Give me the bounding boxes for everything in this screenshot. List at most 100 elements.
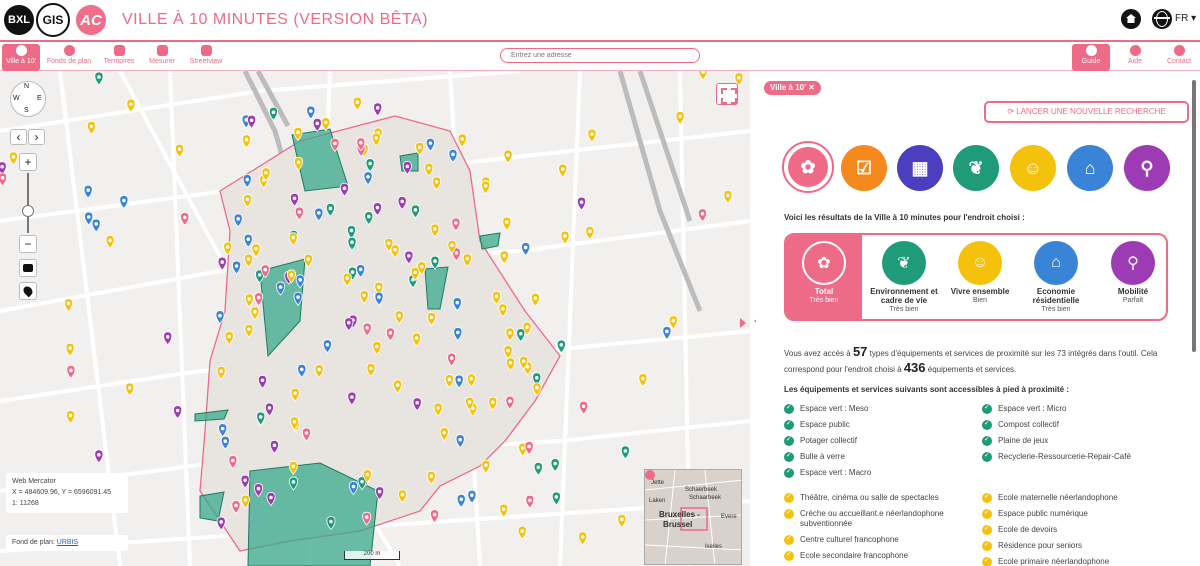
category-environnement[interactable]: ❦ <box>951 143 1001 193</box>
map-pin-dot <box>397 313 402 318</box>
category-services[interactable]: ☑ <box>839 143 889 193</box>
zoom-out-button[interactable]: − <box>19 235 37 253</box>
map-pin-dot <box>501 306 505 311</box>
map-pin-dot <box>447 377 452 382</box>
map-pin-dot <box>413 208 418 212</box>
map-pin-dot <box>256 486 261 491</box>
score-economie[interactable]: ⌂ Economie résidentielle Très bien <box>1020 235 1092 319</box>
home-icon[interactable] <box>1121 9 1141 29</box>
map-pin-dot <box>520 446 525 450</box>
map-pin-dot <box>253 309 257 314</box>
score-rating: Très bien <box>1041 306 1071 313</box>
map-pin-dot <box>351 484 356 489</box>
minimap-collapse-icon[interactable] <box>645 470 655 480</box>
map-pin-dot <box>726 193 730 198</box>
map-pin-dot <box>220 260 225 264</box>
map-pin-dot <box>560 167 565 171</box>
category-total[interactable]: ✿ <box>782 141 834 193</box>
map-pin-dot <box>329 519 333 524</box>
layers-icon[interactable] <box>19 259 37 277</box>
address-search-input[interactable] <box>500 48 700 63</box>
map-pin-dot <box>457 378 461 382</box>
panel-scrollbar[interactable] <box>1192 80 1196 352</box>
facility-item: Espace vert : Meso <box>784 403 974 414</box>
map-pin-dot <box>304 431 309 435</box>
gis-logo[interactable]: GIS <box>36 3 70 37</box>
map-pin-dot <box>165 335 170 339</box>
score-vivre-ensemble[interactable]: ☺ Vivre ensemble Bien <box>946 235 1014 319</box>
map-view[interactable]: N S E W ‹ › + − Web Mercator X = 484609.… <box>0 71 750 566</box>
map-pin-dot <box>225 245 230 249</box>
map-pin-dot <box>429 315 434 320</box>
contact-button[interactable]: Contact <box>1162 44 1196 71</box>
ville-10-chip[interactable]: Ville à 10' ✕ <box>764 81 821 95</box>
book-icon <box>1085 45 1097 56</box>
ac-logo[interactable]: AC <box>74 3 108 37</box>
category-vivre-ensemble[interactable]: ☺ <box>1008 143 1058 193</box>
score-mobilite[interactable]: ⚲ Mobilité Parfait <box>1100 235 1166 319</box>
map-pin-dot <box>247 327 251 332</box>
tab-streetview[interactable]: Streetview <box>186 44 226 71</box>
nav-next-button[interactable]: › <box>28 129 45 145</box>
score-total[interactable]: ✿ Total Très bien <box>786 235 862 319</box>
map-pin-dot <box>256 295 261 300</box>
check-icon <box>784 467 794 478</box>
map-pin-dot <box>374 136 379 140</box>
tab-territoires[interactable]: Territoires <box>100 44 138 71</box>
tab-label: Fonds de plan <box>46 58 92 65</box>
map-pin-dot <box>458 437 463 442</box>
map-pin-dot <box>368 161 372 166</box>
score-environnement[interactable]: ❦ Environnement et cadre de vie Très bie… <box>868 235 940 319</box>
person-icon <box>200 45 212 56</box>
locate-icon[interactable] <box>19 282 37 300</box>
guide-button[interactable]: Guide <box>1072 44 1110 71</box>
map-pin-dot <box>620 517 624 522</box>
check-icon <box>982 524 992 535</box>
zoom-slider-handle[interactable] <box>22 205 34 217</box>
tab-ville-10[interactable]: Ville à 10' <box>2 44 40 71</box>
tab-mesurer[interactable]: Mesurer <box>146 44 178 71</box>
collapse-map-arrow-icon[interactable] <box>740 318 746 328</box>
aide-button[interactable]: Aide <box>1122 44 1148 71</box>
zoom-in-button[interactable]: + <box>19 153 37 171</box>
map-pin-dot <box>553 461 557 466</box>
map-pin-dot <box>501 507 506 511</box>
map-pin-dot <box>407 254 411 258</box>
overview-minimap[interactable]: Jette Schaerbeek Schaarbeek Bruxelles - … <box>644 469 742 565</box>
category-ville[interactable]: ▦ <box>895 143 945 193</box>
facility-label: Crèche ou accueillant.e néerlandophone s… <box>800 509 944 528</box>
compass-e: E <box>37 95 42 102</box>
map-pin-dot <box>359 140 363 145</box>
compass-control[interactable]: N S E W <box>10 81 46 117</box>
map-pin-dot <box>469 376 474 381</box>
map-pin-dot <box>254 247 258 251</box>
minimap-label: Schaerbeek <box>685 487 718 493</box>
map-pin-dot <box>315 121 320 126</box>
tab-fonds-de-plan[interactable]: Fonds de plan <box>46 44 92 71</box>
map-pin-dot <box>269 495 273 500</box>
bxl-logo[interactable]: BXL <box>2 3 36 37</box>
check-icon <box>982 451 992 462</box>
map-pin-dot <box>419 264 424 269</box>
map-pin-dot <box>518 331 523 336</box>
new-search-button[interactable]: ⟳ LANCER UNE NOUVELLE RECHERCHE <box>984 101 1189 123</box>
map-pin-dot <box>299 367 304 372</box>
nav-prev-button[interactable]: ‹ <box>10 129 27 145</box>
urbis-link[interactable]: URBIS <box>57 539 78 546</box>
fullscreen-icon[interactable] <box>716 83 738 105</box>
zoom-slider-track[interactable] <box>27 173 29 233</box>
score-rating: Parfait <box>1122 297 1144 304</box>
map-pin-dot <box>223 439 228 443</box>
map-pin-dot <box>349 228 354 233</box>
category-mobilite[interactable]: ⚲ <box>1122 143 1172 193</box>
equipment-count: 436 <box>903 360 926 375</box>
language-selector[interactable]: FR ▾ <box>1175 13 1196 24</box>
category-economie[interactable]: ⌂ <box>1065 143 1115 193</box>
globe-icon[interactable] <box>1152 9 1172 29</box>
facility-label: Espace vert : Macro <box>800 468 872 477</box>
map-pin-dot <box>459 497 464 502</box>
projection-label: Web Mercator <box>12 478 56 485</box>
facility-item: Ecole maternelle néerlandophone <box>982 492 1172 503</box>
map-pin-dot <box>405 164 410 169</box>
map-pin-dot <box>108 238 112 243</box>
